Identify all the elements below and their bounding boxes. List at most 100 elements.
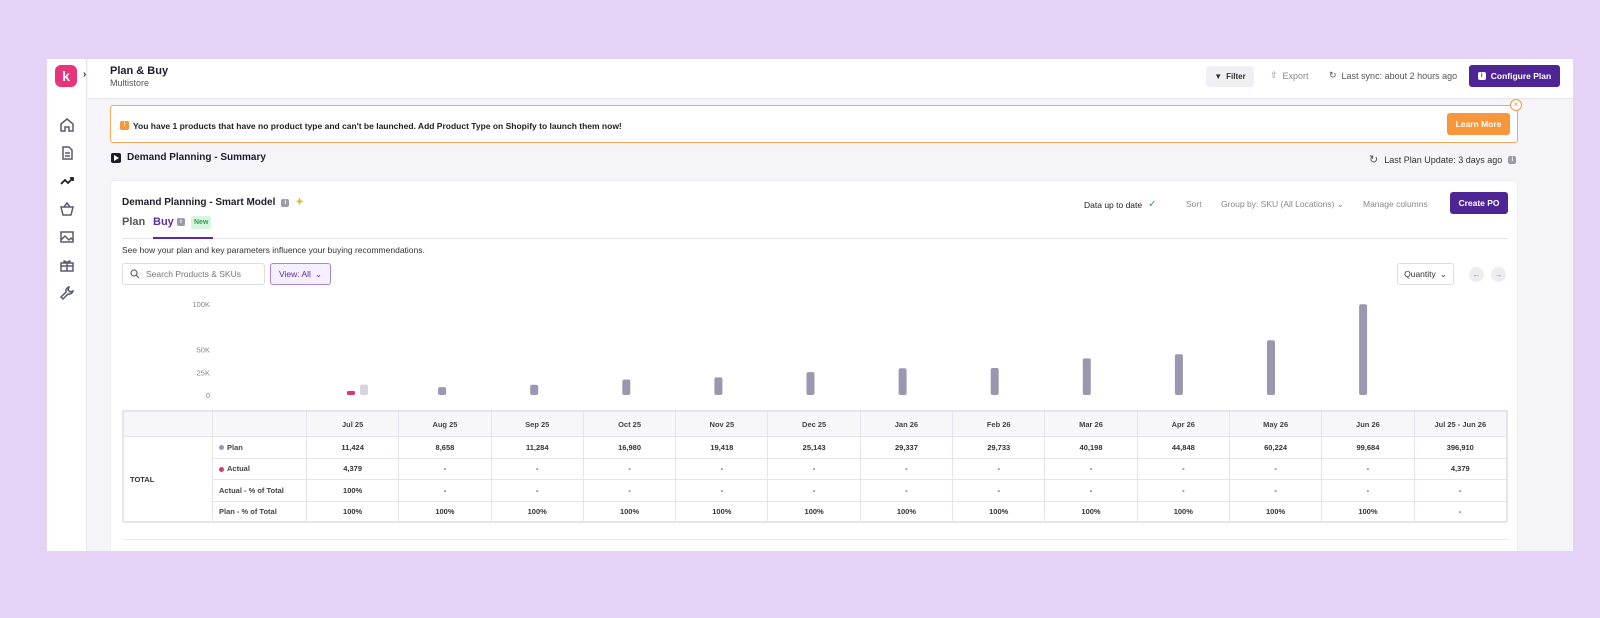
table-header-cell[interactable]: Feb 26 xyxy=(952,411,1046,437)
sync-status[interactable]: ↻ Last sync: about 2 hours ago xyxy=(1329,70,1457,81)
table-cell: 29,337 xyxy=(859,436,954,459)
summary-table: Jul 25 Aug 25 Sep 25 Oct 25 Nov 25 Dec 25 Jan … xyxy=(122,410,1508,523)
row-label-text: Plan - % of Total xyxy=(219,507,277,517)
tab-buy[interactable]: Buy xyxy=(153,216,174,228)
plan-bar[interactable] xyxy=(360,384,368,395)
table-cell: - xyxy=(1321,479,1415,502)
table-header-cell xyxy=(212,411,307,437)
export-button[interactable]: ⇧ Export xyxy=(1270,70,1309,81)
search-box[interactable] xyxy=(122,263,265,285)
plan-bar[interactable] xyxy=(438,387,447,395)
plan-bar[interactable] xyxy=(1174,354,1183,395)
manage-columns-button[interactable]: Manage columns xyxy=(1363,199,1428,209)
table-header-cell xyxy=(123,411,213,437)
trending-up-icon[interactable] xyxy=(59,173,75,189)
info-icon[interactable]: i xyxy=(177,218,185,226)
row-label-text: Actual - % of Total xyxy=(219,485,284,495)
row-label-text: Plan xyxy=(227,442,243,452)
quantity-dropdown[interactable]: Quantity ⌄ xyxy=(1397,263,1454,285)
sort-button[interactable]: Sort xyxy=(1186,199,1202,209)
chevron-down-icon: ⌄ xyxy=(1336,199,1344,209)
refresh-icon[interactable]: ↻ xyxy=(1369,153,1378,166)
play-icon xyxy=(111,152,121,163)
actual-bar[interactable] xyxy=(347,391,355,395)
table-cell: - xyxy=(582,479,677,502)
table-cell: - xyxy=(859,479,954,502)
card-title: Demand Planning - Smart Model i ✦ xyxy=(122,197,304,208)
table-cell: 100% xyxy=(490,500,584,523)
y-tick-label: 0 xyxy=(206,391,210,400)
table-cell: - xyxy=(1136,457,1230,480)
table-cell: - xyxy=(1228,479,1323,502)
table-cell: - xyxy=(767,479,861,502)
brand-logo[interactable]: k xyxy=(55,65,77,87)
table-cell: 60,224 xyxy=(1228,436,1323,459)
document-icon[interactable] xyxy=(59,145,75,161)
table-cell: 100% xyxy=(1321,500,1415,523)
plan-bar[interactable] xyxy=(806,372,815,395)
table-header-cell[interactable]: Jun 26 xyxy=(1321,411,1415,437)
section-title[interactable]: Demand Planning - Summary xyxy=(111,152,266,163)
table-row: Actual 4,379- - - - - - - - - - -4,379 xyxy=(124,457,1508,480)
tab-divider xyxy=(122,238,1508,239)
table-header-cell[interactable]: Oct 25 xyxy=(582,411,677,437)
filter-button[interactable]: ▼ Filter xyxy=(1206,66,1254,87)
row-label: Plan xyxy=(212,436,307,459)
table-cell: - xyxy=(1413,500,1508,523)
arrow-left-icon[interactable]: ← xyxy=(1469,267,1484,282)
table-cell: - xyxy=(952,457,1046,480)
table-header-cell[interactable]: Sep 25 xyxy=(490,411,584,437)
arrow-right-icon[interactable]: → xyxy=(1491,267,1506,282)
gift-icon[interactable] xyxy=(59,257,75,273)
table-cell: 100% xyxy=(1136,500,1230,523)
search-input[interactable] xyxy=(146,269,256,279)
table-header-cell[interactable]: Dec 25 xyxy=(767,411,861,437)
plan-bar[interactable] xyxy=(530,384,539,395)
table-header-cell[interactable]: Aug 25 xyxy=(398,411,492,437)
table-header-cell[interactable]: May 26 xyxy=(1228,411,1323,437)
table-cell: 44,848 xyxy=(1136,436,1230,459)
plan-bar[interactable] xyxy=(898,368,907,395)
table-cell: - xyxy=(767,457,861,480)
basket-icon[interactable] xyxy=(59,201,75,217)
upload-icon: ⇧ xyxy=(1270,70,1278,80)
chevron-right-icon[interactable]: › xyxy=(83,69,86,80)
view-dropdown[interactable]: View: All ⌄ xyxy=(270,263,331,285)
table-header-cell[interactable]: Jul 25 - Jun 26 xyxy=(1413,411,1508,437)
table-cell: - xyxy=(1136,479,1230,502)
table-header-cell[interactable]: Apr 26 xyxy=(1136,411,1230,437)
home-icon[interactable] xyxy=(59,117,75,133)
table-header-cell[interactable]: Jan 26 xyxy=(859,411,954,437)
plan-bar[interactable] xyxy=(990,367,999,395)
group-label: TOTAL xyxy=(123,436,213,523)
plan-bar[interactable] xyxy=(1267,340,1275,395)
topbar: Plan & Buy Multistore ▼ Filter ⇧ Export … xyxy=(88,59,1573,99)
image-icon[interactable] xyxy=(59,229,75,245)
table-cell: - xyxy=(1321,457,1415,480)
table-cell: 100% xyxy=(398,500,492,523)
filter-icon: ▼ xyxy=(1214,72,1223,81)
table-cell: - xyxy=(675,479,769,502)
group-by-dropdown[interactable]: Group by: SKU (All Locations) ⌄ xyxy=(1221,199,1344,210)
table-header-cell[interactable]: Jul 25 xyxy=(305,411,400,437)
configure-plan-button[interactable]: i Configure Plan xyxy=(1469,65,1560,87)
create-po-button[interactable]: Create PO xyxy=(1450,192,1508,214)
table-cell: 8,658 xyxy=(398,436,492,459)
demand-chart: 100K 50K 25K 0 xyxy=(192,300,1368,400)
plan-bar[interactable] xyxy=(1082,358,1091,395)
tab-plan[interactable]: Plan xyxy=(122,216,145,228)
table-cell: - xyxy=(1044,479,1138,502)
plan-bar[interactable] xyxy=(714,377,723,395)
learn-more-button[interactable]: Learn More xyxy=(1447,113,1510,135)
plan-bar[interactable] xyxy=(1359,304,1368,395)
plan-bar[interactable] xyxy=(622,379,631,395)
close-icon[interactable]: × xyxy=(1510,99,1522,111)
info-icon[interactable]: i xyxy=(281,198,290,207)
table-header-cell[interactable]: Nov 25 xyxy=(675,411,769,437)
wrench-icon[interactable] xyxy=(59,285,75,301)
table-cell: 4,379 xyxy=(1413,457,1508,480)
table-header-cell[interactable]: Mar 26 xyxy=(1044,411,1138,437)
table-cell: 11,424 xyxy=(305,436,400,459)
info-icon[interactable]: i xyxy=(1508,155,1517,164)
table-cell: 100% xyxy=(1044,500,1138,523)
